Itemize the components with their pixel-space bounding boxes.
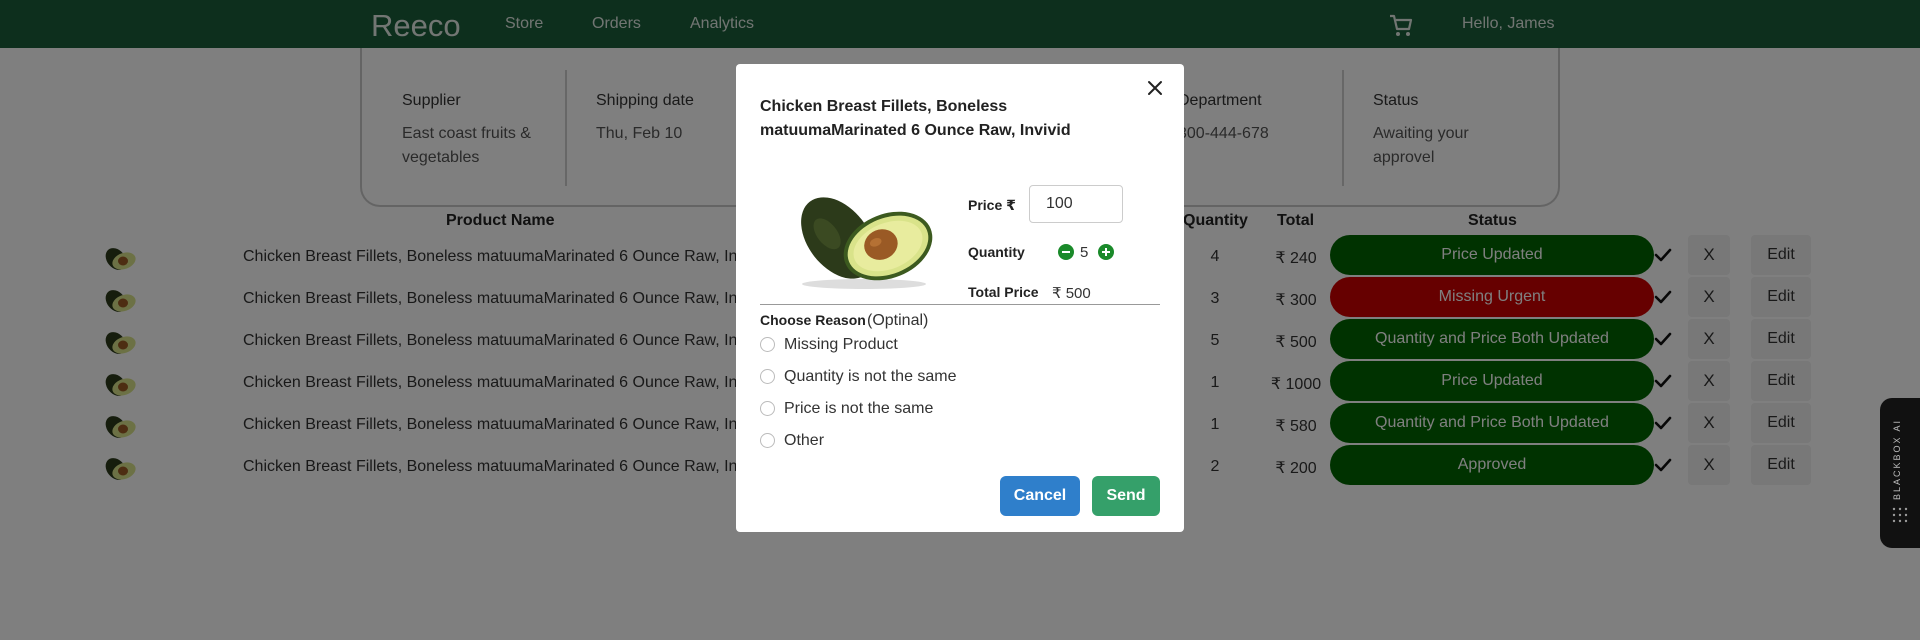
- price-input[interactable]: [1029, 185, 1123, 223]
- side-tab-label: BLACKBOX AI: [1892, 418, 1902, 500]
- product-image: [801, 197, 933, 289]
- radio-price-not-same[interactable]: [760, 401, 775, 416]
- plus-circle-icon[interactable]: [1098, 244, 1114, 260]
- total-price-label: Total Price: [968, 284, 1039, 300]
- modal-divider: [760, 304, 1160, 305]
- quantity-value: 5: [1080, 244, 1089, 261]
- assistant-logo-icon: [1892, 507, 1908, 523]
- send-button[interactable]: Send: [1092, 476, 1160, 516]
- cancel-button[interactable]: Cancel: [1000, 476, 1080, 516]
- price-label: Price ₹: [968, 197, 1016, 213]
- radio-label-other[interactable]: Other: [784, 432, 824, 450]
- radio-other[interactable]: [760, 433, 775, 448]
- radio-missing-product[interactable]: [760, 337, 775, 352]
- radio-label-missing-product[interactable]: Missing Product: [784, 336, 898, 354]
- radio-label-quantity-not-same[interactable]: Quantity is not the same: [784, 368, 957, 386]
- reason-optional-note: (Optinal): [867, 312, 929, 329]
- radio-label-price-not-same[interactable]: Price is not the same: [784, 400, 933, 418]
- radio-quantity-not-same[interactable]: [760, 369, 775, 384]
- minus-circle-icon[interactable]: [1058, 244, 1074, 260]
- quantity-label: Quantity: [968, 244, 1025, 260]
- total-price-value: ₹ 500: [1052, 285, 1091, 302]
- modal-title: Chicken Breast Fillets, Boneless matuuma…: [760, 98, 1071, 139]
- reason-title: Choose Reason: [760, 312, 866, 328]
